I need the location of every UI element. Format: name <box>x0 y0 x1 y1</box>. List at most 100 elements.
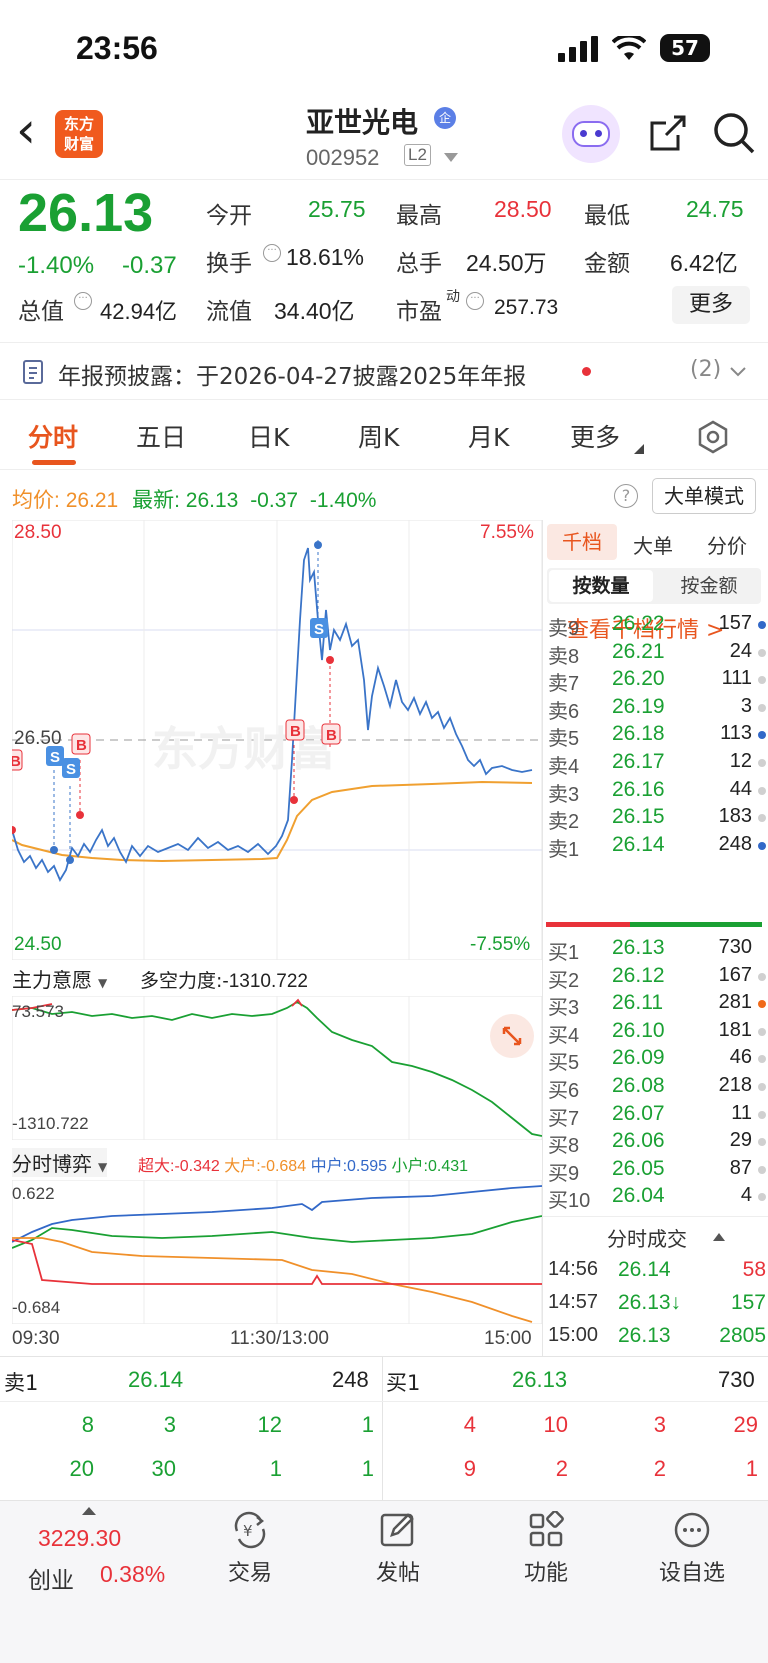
functions-button[interactable]: 功能 <box>516 1510 576 1587</box>
tab-five-day[interactable]: 五日 <box>136 418 186 454</box>
search-icon[interactable] <box>712 111 756 155</box>
tab-weekly-k[interactable]: 周K <box>358 418 399 454</box>
tab-big-orders[interactable]: 大单 <box>633 530 673 559</box>
order-level-row[interactable]: 卖3 26.16 44 <box>546 776 768 806</box>
order-level-row[interactable]: 卖1 26.14 248 <box>546 831 768 861</box>
level-price: 26.18 <box>612 722 665 746</box>
order-level-row[interactable]: 卖6 26.19 3 <box>546 693 768 723</box>
level-volume: 46 <box>729 1046 752 1069</box>
settings-icon[interactable] <box>696 420 730 454</box>
status-time: 23:56 <box>76 30 158 66</box>
level-dot <box>758 731 766 740</box>
tab-daily-k[interactable]: 日K <box>248 418 289 454</box>
indicator1-title: 主力意愿 <box>12 968 92 992</box>
level-volume: 181 <box>718 1018 752 1041</box>
tab-thousand-levels[interactable]: 千档 <box>547 524 617 560</box>
pe-label: 市盈 <box>396 298 442 324</box>
back-icon[interactable]: ‹ <box>16 105 36 155</box>
last-price: 26.13 <box>18 183 154 243</box>
tab-intraday[interactable]: 分时 <box>28 418 78 454</box>
level-price: 26.08 <box>612 1074 665 1097</box>
tab-monthly-k[interactable]: 月K <box>468 418 509 454</box>
order-level-row[interactable]: 买7 26.07 11 <box>546 1100 768 1130</box>
indicator1-bottom: -1310.722 <box>12 1114 89 1133</box>
trade-button[interactable]: ¥ 交易 <box>220 1511 280 1587</box>
order-level-row[interactable]: 卖2 26.15 183 <box>546 803 768 833</box>
indicator2-chart <box>12 1180 542 1324</box>
turnover-value: 18.61% <box>286 244 365 270</box>
post-button[interactable]: 发帖 <box>368 1511 428 1587</box>
order-level-row[interactable]: 买2 26.12 167 <box>546 962 768 992</box>
indicator1-chart <box>12 996 542 1140</box>
order-level-row[interactable]: 买10 26.04 4 <box>546 1182 768 1212</box>
order-level-row[interactable]: 买8 26.06 29 <box>546 1127 768 1157</box>
legend-medium-value: 0.595 <box>347 1158 388 1175</box>
yuan-cycle-icon: ¥ <box>234 1511 266 1549</box>
order-level-row[interactable]: 卖4 26.17 12 <box>546 748 768 778</box>
index-name[interactable]: 创业 <box>28 1561 74 1595</box>
info-icon[interactable]: ··· <box>466 292 484 310</box>
level-price: 26.06 <box>612 1129 665 1153</box>
order-level-row[interactable]: 卖9 26.22 157 <box>546 610 768 640</box>
indicator1-value: -1310.722 <box>222 971 308 992</box>
order-level-row[interactable]: 买5 26.09 46 <box>546 1044 768 1074</box>
tab-price-distribution[interactable]: 分价 <box>707 530 747 559</box>
info-icon[interactable]: ··· <box>74 292 92 310</box>
intraday-price-chart[interactable]: 东方财富 B S S B B S B <box>12 520 542 960</box>
svg-text:S: S <box>50 749 60 766</box>
add-watchlist-button[interactable]: 设自选 <box>652 1511 732 1587</box>
order-level-row[interactable]: 买3 26.11 281 <box>546 989 768 1019</box>
mcap-label: 总值 <box>18 298 64 324</box>
info-icon[interactable]: ··· <box>263 244 281 262</box>
level-dot <box>758 1138 766 1147</box>
order-level-row[interactable]: 买4 26.10 181 <box>546 1017 768 1047</box>
indicator2-top: 0.622 <box>12 1184 55 1203</box>
more-button[interactable]: 更多 <box>672 286 750 324</box>
level-price: 26.15 <box>612 805 665 829</box>
queue-cell: 1 <box>745 1456 758 1481</box>
level-volume: 111 <box>721 667 752 690</box>
notice-bar[interactable]: 年报预披露：于2026-04-27披露2025年年报 (2) <box>0 342 768 400</box>
order-level-row[interactable]: 卖8 26.21 24 <box>546 638 768 668</box>
tab-more[interactable]: 更多 <box>570 418 620 454</box>
order-level-row[interactable]: 买9 26.05 87 <box>546 1155 768 1185</box>
level-dot <box>758 1027 766 1036</box>
tick-row: 15:00 26.13 2805 <box>546 1322 768 1351</box>
expand-icon[interactable] <box>490 1014 534 1058</box>
indicator1-label: 多空力度: <box>140 970 223 992</box>
tick-volume: 2805 <box>719 1324 766 1347</box>
indicator1-selector[interactable]: 主力意愿 ▼ <box>12 964 107 993</box>
float-value: 34.40亿 <box>274 298 355 324</box>
level-price: 26.07 <box>612 1101 665 1125</box>
triangle-up-icon <box>713 1233 725 1241</box>
triangle-icon <box>634 444 644 454</box>
order-level-row[interactable]: 卖5 26.18 113 <box>546 720 768 750</box>
tick-time: 14:57 <box>548 1291 599 1313</box>
indicator2-selector[interactable]: 分时博弈 ▼ <box>12 1148 108 1177</box>
open-label: 今开 <box>206 202 252 228</box>
y-axis-mid: 26.50 <box>14 728 62 749</box>
active-tab-indicator <box>32 460 76 465</box>
time-axis-mid: 11:30/13:00 <box>230 1328 329 1349</box>
low-label: 最低 <box>584 202 630 228</box>
queue-cell: 3 <box>163 1412 176 1437</box>
level-price: 26.13 <box>612 936 665 959</box>
help-icon[interactable]: ? <box>614 484 638 508</box>
level-volume: 157 <box>718 612 752 634</box>
quote-panel: 26.13 -1.40% -0.37 总值 ··· 42.94亿 今开 25.7… <box>0 182 768 338</box>
big-order-mode-button[interactable]: 大单模式 <box>652 478 756 514</box>
level-dot <box>758 1165 766 1174</box>
by-quantity-option[interactable]: 按数量 <box>549 570 653 602</box>
index-pct[interactable]: 0.38% <box>100 1561 165 1588</box>
by-amount-option[interactable]: 按金额 <box>657 570 761 602</box>
chevron-down-icon[interactable] <box>444 153 458 163</box>
indicator1-top: 73.573 <box>12 1002 64 1021</box>
index-value[interactable]: 3229.30 <box>38 1525 121 1552</box>
order-level-row[interactable]: 卖7 26.20 111 <box>546 665 768 695</box>
assistant-avatar[interactable] <box>562 105 620 163</box>
level-price: 26.11 <box>612 991 663 1015</box>
queue-cell: 20 <box>69 1456 94 1481</box>
order-level-row[interactable]: 买1 26.13 730 <box>546 934 768 964</box>
order-level-row[interactable]: 买6 26.08 218 <box>546 1072 768 1102</box>
share-icon[interactable] <box>648 113 688 153</box>
